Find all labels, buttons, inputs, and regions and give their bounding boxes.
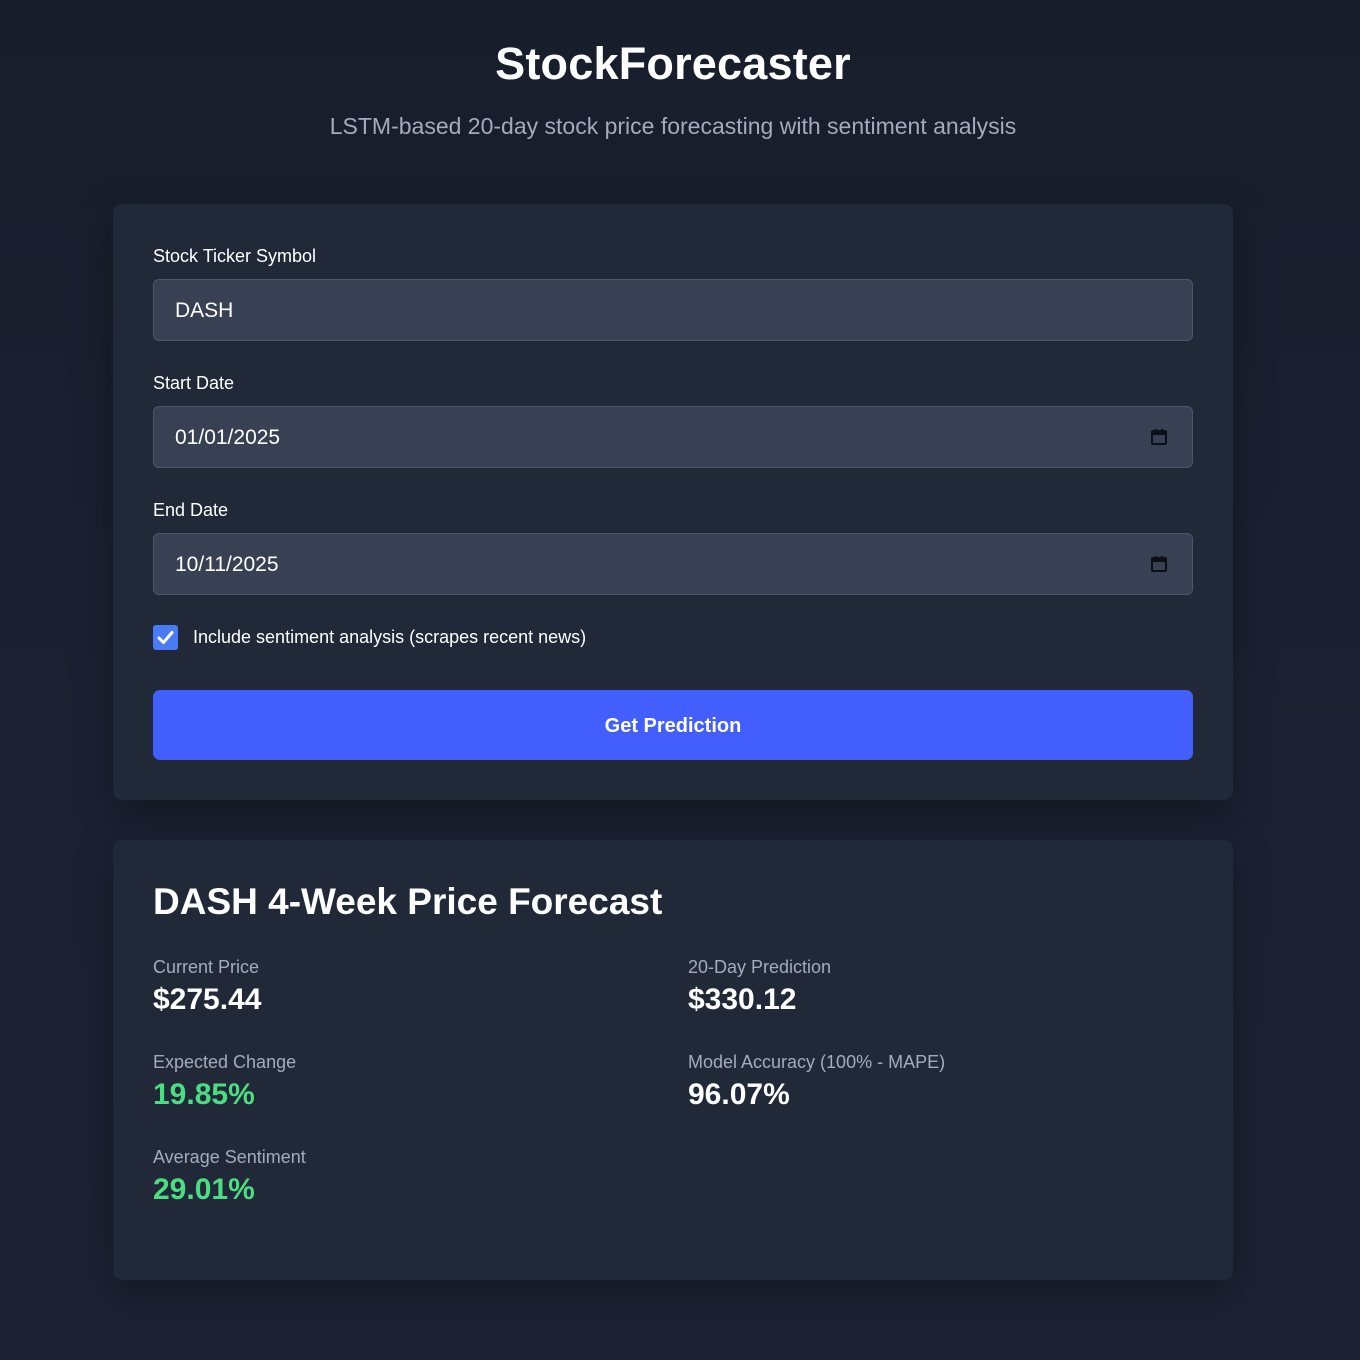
forecast-results-card: DASH 4-Week Price Forecast Current Price…	[113, 840, 1233, 1280]
metric-20-day-prediction: 20-Day Prediction $330.12	[688, 956, 1168, 1017]
start-date-label: Start Date	[153, 373, 235, 393]
metric-value: 19.85%	[153, 1078, 255, 1111]
metric-value: $275.44	[153, 983, 262, 1016]
app-title: StockForecaster	[495, 38, 851, 89]
calendar-icon[interactable]	[1150, 428, 1168, 446]
app-subtitle: LSTM-based 20-day stock price forecastin…	[329, 113, 1017, 139]
start-date-input[interactable]: 01/01/2025	[153, 406, 1193, 468]
metric-expected-change: Expected Change 19.85%	[153, 1051, 633, 1112]
ticker-label: Stock Ticker Symbol	[153, 246, 317, 266]
sentiment-checkbox[interactable]	[153, 625, 178, 650]
sentiment-checkbox-label[interactable]: Include sentiment analysis (scrapes rece…	[193, 626, 586, 648]
get-prediction-button[interactable]: Get Prediction	[153, 690, 1193, 760]
results-title: DASH 4-Week Price Forecast	[153, 881, 663, 922]
end-date-input[interactable]: 10/11/2025	[153, 533, 1193, 595]
metric-value: $330.12	[688, 983, 797, 1016]
metric-value: 29.01%	[153, 1173, 255, 1206]
ticker-input[interactable]: DASH	[153, 279, 1193, 341]
metric-label: 20-Day Prediction	[688, 957, 832, 977]
start-date-value: 01/01/2025	[175, 426, 281, 449]
metric-label: Average Sentiment	[153, 1147, 306, 1167]
metric-current-price: Current Price $275.44	[153, 956, 633, 1017]
metric-label: Current Price	[153, 957, 260, 977]
metric-average-sentiment: Average Sentiment 29.01%	[153, 1146, 633, 1207]
end-date-value: 10/11/2025	[175, 553, 279, 576]
metric-model-accuracy: Model Accuracy (100% - MAPE) 96.07%	[688, 1051, 1168, 1112]
metric-label: Expected Change	[153, 1052, 297, 1072]
end-date-label: End Date	[153, 500, 229, 520]
checkmark-icon	[157, 631, 174, 644]
calendar-icon[interactable]	[1150, 555, 1168, 573]
metric-value: 96.07%	[688, 1078, 790, 1111]
ticker-input-value: DASH	[175, 299, 234, 322]
metric-label: Model Accuracy (100% - MAPE)	[688, 1052, 946, 1072]
prediction-form-card: Stock Ticker Symbol DASH Start Date 01/0…	[113, 204, 1233, 800]
